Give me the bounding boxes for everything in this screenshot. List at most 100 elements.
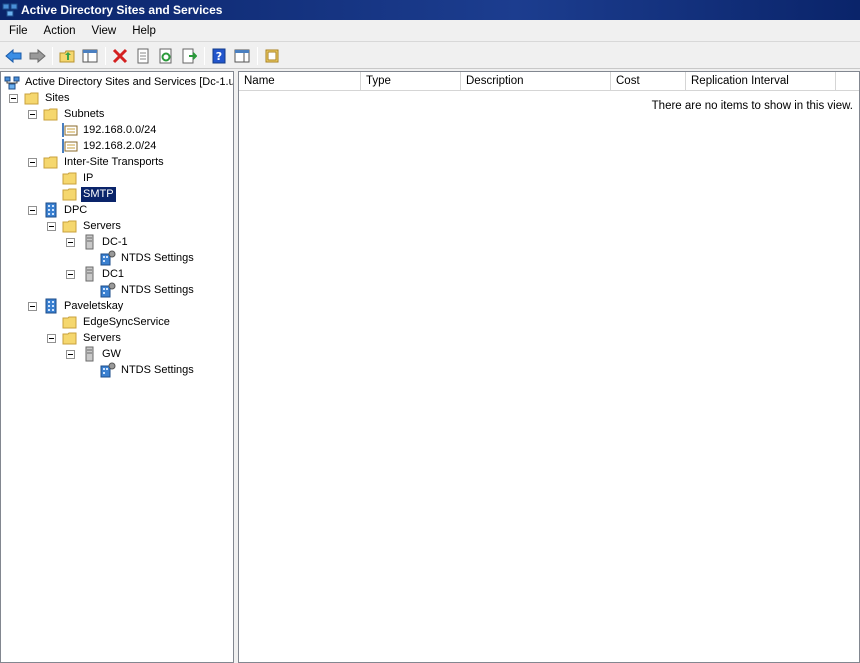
column-header-replication-interval[interactable]: Replication Interval bbox=[686, 72, 836, 91]
site-icon bbox=[45, 202, 57, 218]
menu-bar: File Action View Help bbox=[0, 20, 860, 42]
menu-action[interactable]: Action bbox=[35, 25, 83, 37]
tree-item-server-gw[interactable]: GW bbox=[66, 346, 123, 362]
show-action-pane-icon bbox=[234, 49, 250, 62]
collapse-toggle[interactable] bbox=[28, 205, 37, 215]
subnet-icon bbox=[62, 139, 78, 153]
console-icon bbox=[265, 49, 279, 62]
collapse-toggle[interactable] bbox=[47, 221, 56, 231]
tree-item-label: NTDS Settings bbox=[121, 283, 194, 296]
column-header-type[interactable]: Type bbox=[361, 72, 461, 91]
collapse-toggle[interactable] bbox=[66, 269, 75, 279]
back-button[interactable] bbox=[3, 45, 25, 67]
tree-item-site-paveletskay[interactable]: Paveletskay bbox=[28, 298, 125, 314]
column-header-cost[interactable]: Cost bbox=[611, 72, 686, 91]
tree-item-root[interactable]: Active Directory Sites and Services [Dc-… bbox=[4, 74, 234, 90]
column-header-name[interactable]: Name bbox=[239, 72, 361, 91]
collapse-toggle[interactable] bbox=[9, 93, 18, 103]
tree-item-subnets[interactable]: Subnets bbox=[28, 106, 106, 122]
server-icon bbox=[85, 346, 94, 362]
column-header-description[interactable]: Description bbox=[461, 72, 611, 91]
tree-item-label: IP bbox=[83, 171, 94, 184]
tree-item-label: SMTP bbox=[81, 186, 116, 202]
tree-item-ntds-settings[interactable]: NTDS Settings bbox=[100, 282, 196, 298]
tree-item-label: Servers bbox=[83, 219, 121, 232]
export-list-icon bbox=[182, 48, 197, 63]
server-icon bbox=[85, 266, 94, 282]
tree-item-label: NTDS Settings bbox=[121, 363, 194, 376]
tree-item-server-dc1[interactable]: DC1 bbox=[66, 266, 126, 282]
tree-item-ntds-settings[interactable]: NTDS Settings bbox=[100, 250, 196, 266]
properties-button[interactable] bbox=[132, 45, 154, 67]
window-title: Active Directory Sites and Services bbox=[21, 3, 223, 17]
show-action-pane-button[interactable] bbox=[231, 45, 253, 67]
tree-item-inter-site-transports[interactable]: Inter-Site Transports bbox=[28, 154, 166, 170]
tree-item-label: Sites bbox=[45, 91, 70, 104]
tree-item-label: NTDS Settings bbox=[121, 251, 194, 264]
tree-item-label: GW bbox=[102, 347, 121, 360]
folder-icon bbox=[43, 108, 58, 121]
forward-button[interactable] bbox=[26, 45, 48, 67]
ntds-settings-icon bbox=[100, 362, 116, 378]
tree-item-label: Servers bbox=[83, 331, 121, 344]
collapse-toggle[interactable] bbox=[28, 109, 37, 119]
delete-button[interactable] bbox=[109, 45, 131, 67]
ad-sites-app-icon bbox=[2, 3, 18, 17]
empty-list-message: There are no items to show in this view. bbox=[651, 100, 853, 112]
forward-icon bbox=[29, 48, 46, 63]
tree-item-label: Paveletskay bbox=[64, 299, 124, 312]
tree-item-servers[interactable]: Servers bbox=[47, 330, 123, 346]
tree-item-subnet[interactable]: 192.168.2.0/24 bbox=[62, 138, 158, 154]
refresh-icon bbox=[159, 48, 172, 63]
show-hide-tree-icon bbox=[82, 49, 98, 62]
tree-item-label: EdgeSyncService bbox=[83, 315, 170, 328]
tree-item-servers[interactable]: Servers bbox=[47, 218, 123, 234]
help-button[interactable]: ? bbox=[208, 45, 230, 67]
folder-icon bbox=[24, 92, 39, 105]
result-list: Name Type Description Cost Replication I… bbox=[238, 71, 860, 663]
up-one-level-button[interactable] bbox=[56, 45, 78, 67]
tree-item-ip[interactable]: IP bbox=[62, 170, 95, 186]
site-icon bbox=[45, 298, 57, 314]
collapse-toggle[interactable] bbox=[47, 333, 56, 343]
console-button[interactable] bbox=[261, 45, 283, 67]
folder-icon bbox=[62, 172, 77, 185]
export-list-button[interactable] bbox=[178, 45, 200, 67]
ntds-settings-icon bbox=[100, 282, 116, 298]
ad-sites-icon bbox=[4, 76, 20, 90]
menu-view[interactable]: View bbox=[83, 25, 124, 37]
collapse-toggle[interactable] bbox=[28, 301, 37, 311]
tree-item-label: Subnets bbox=[64, 107, 105, 120]
toolbar-separator bbox=[52, 46, 53, 65]
refresh-button[interactable] bbox=[155, 45, 177, 67]
tree-item-smtp[interactable]: SMTP bbox=[62, 186, 116, 202]
menu-help[interactable]: Help bbox=[123, 25, 163, 37]
tree-item-server-dc-1[interactable]: DC-1 bbox=[66, 234, 130, 250]
tree-item-site-dpc[interactable]: DPC bbox=[28, 202, 89, 218]
server-icon bbox=[85, 234, 94, 250]
folder-icon bbox=[43, 156, 58, 169]
tree-item-sites[interactable]: Sites bbox=[9, 90, 71, 106]
folder-icon bbox=[62, 332, 77, 345]
menu-file[interactable]: File bbox=[0, 25, 35, 37]
svg-text:?: ? bbox=[216, 50, 222, 63]
tree-item-subnet[interactable]: 192.168.0.0/24 bbox=[62, 122, 158, 138]
tree-item-label: Inter-Site Transports bbox=[64, 155, 164, 168]
toolbar: ? bbox=[0, 43, 860, 69]
folder-icon bbox=[62, 188, 77, 201]
title-bar: Active Directory Sites and Services bbox=[0, 0, 860, 20]
collapse-toggle[interactable] bbox=[66, 349, 75, 359]
collapse-toggle[interactable] bbox=[28, 157, 37, 167]
subnet-icon bbox=[62, 123, 78, 137]
column-header-row: Name Type Description Cost Replication I… bbox=[239, 72, 859, 91]
tree-item-ntds-settings[interactable]: NTDS Settings bbox=[100, 362, 196, 378]
collapse-toggle[interactable] bbox=[66, 237, 75, 247]
tree-item-label: DPC bbox=[64, 203, 88, 216]
tree-item-label: 192.168.2.0/24 bbox=[83, 139, 157, 152]
show-hide-tree-button[interactable] bbox=[79, 45, 101, 67]
tree-item-label: 192.168.0.0/24 bbox=[83, 123, 157, 136]
tree-item-edgesyncservice[interactable]: EdgeSyncService bbox=[62, 314, 172, 330]
tree-item-label: Active Directory Sites and Services [Dc-… bbox=[25, 75, 234, 88]
folder-icon bbox=[62, 220, 77, 233]
tree-item-label: DC1 bbox=[102, 267, 125, 280]
